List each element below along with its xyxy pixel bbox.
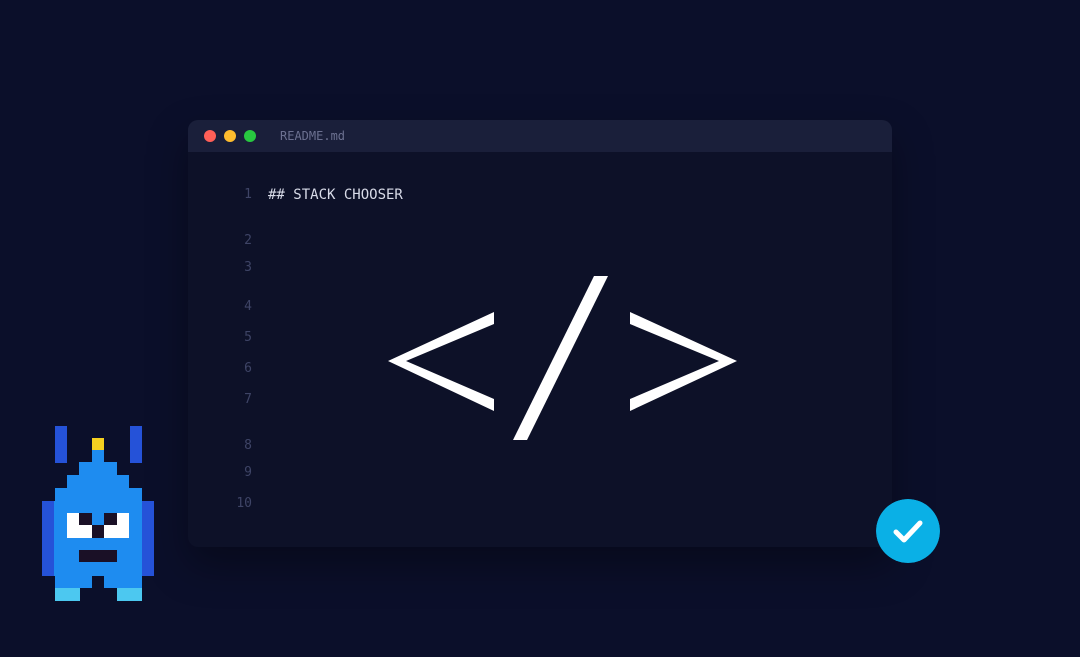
editor-window: README.md 1 2 3 4 5 6 7 8 9 10 ## STACK … xyxy=(188,120,892,547)
check-icon xyxy=(876,499,940,563)
pixel-robot-mascot xyxy=(42,426,154,601)
code-brackets-icon xyxy=(388,276,737,440)
